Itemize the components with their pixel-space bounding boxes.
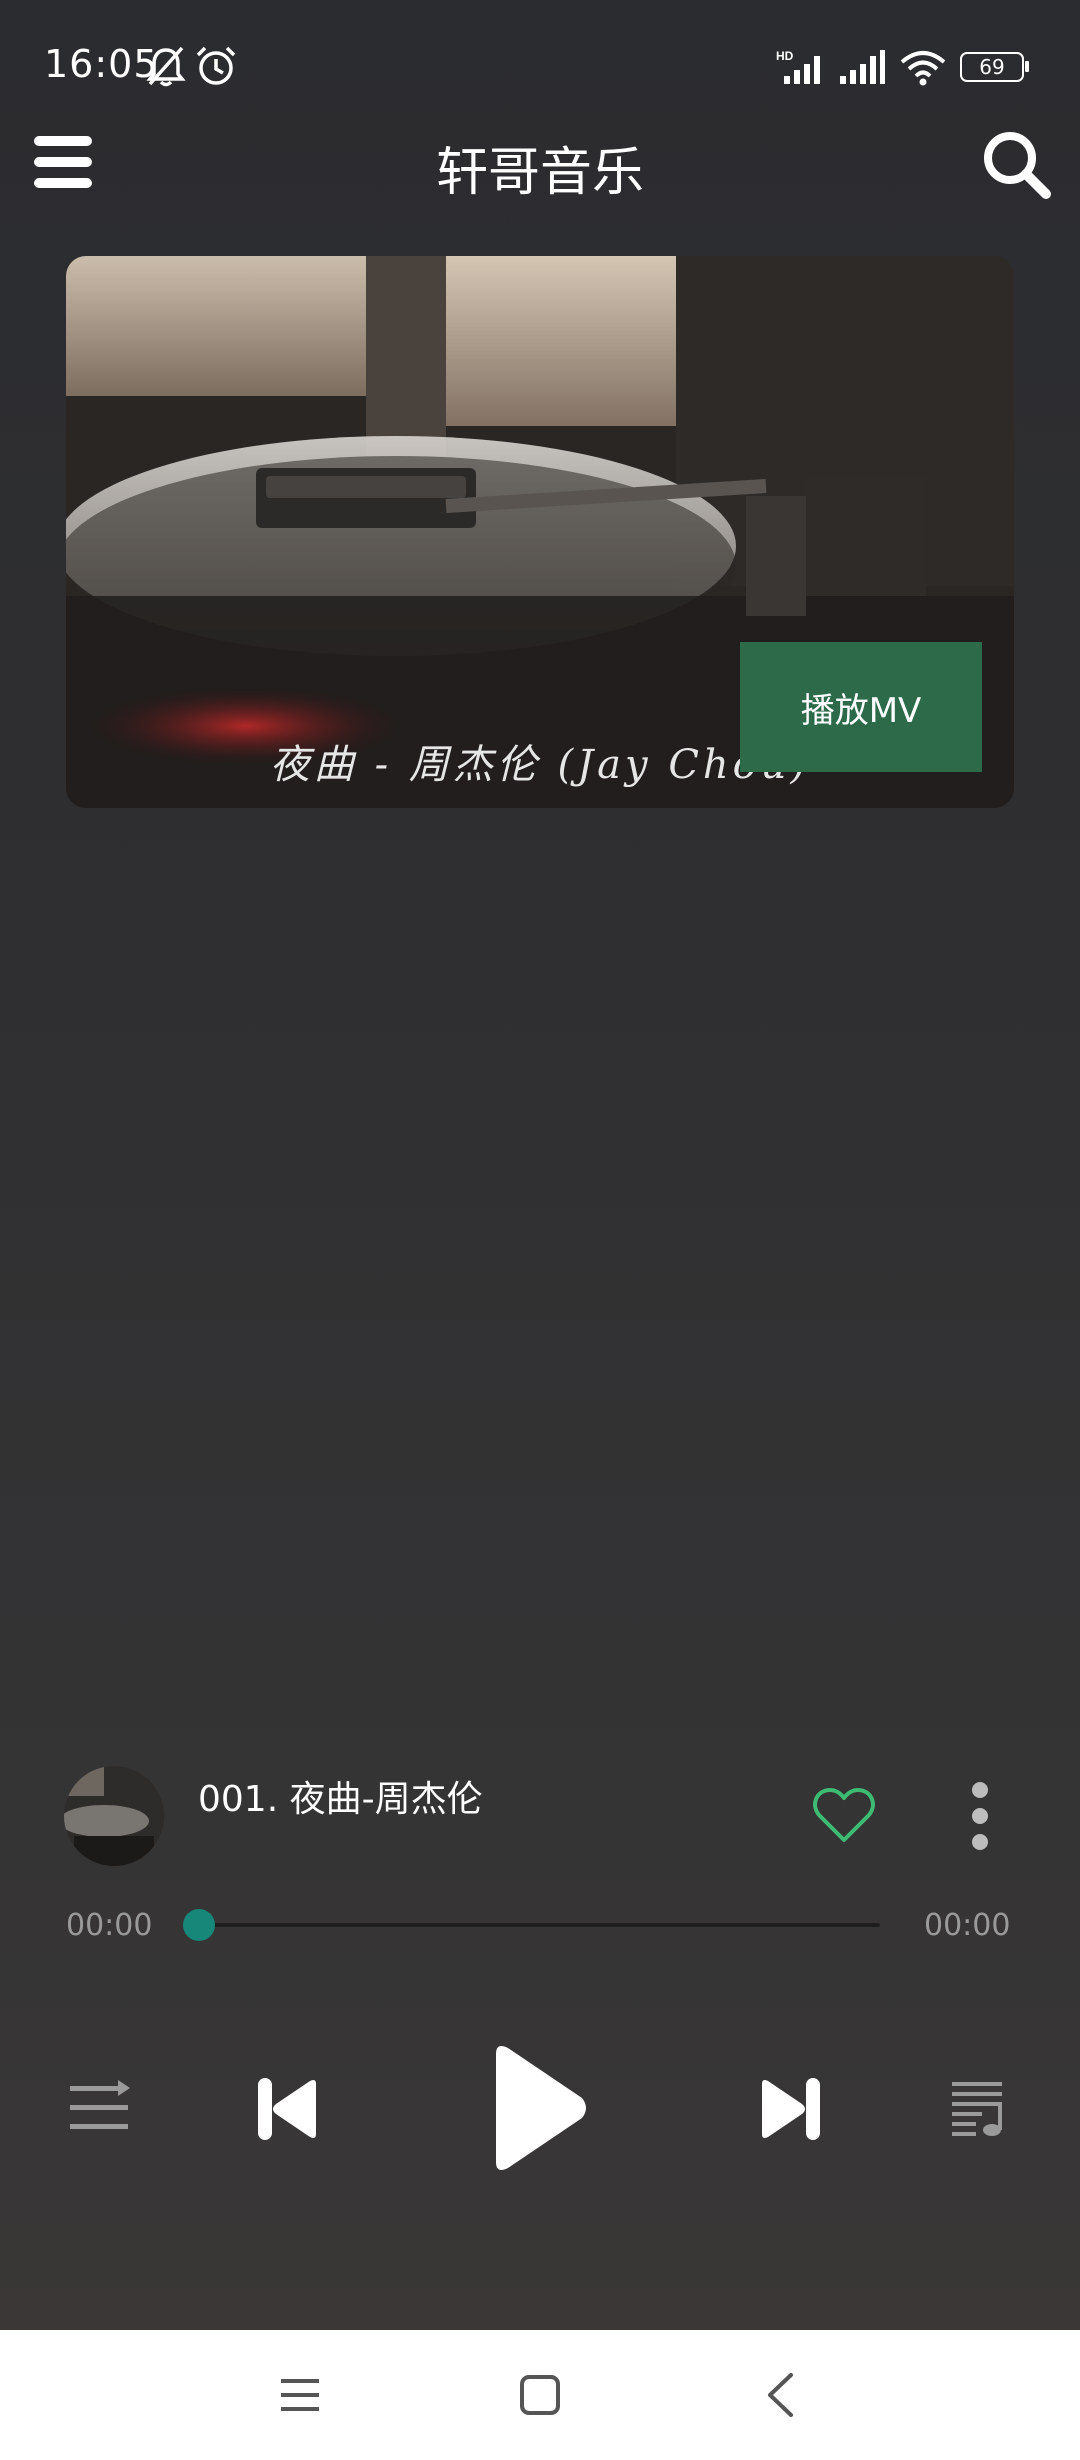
system-nav-bar [0, 2330, 1080, 2460]
wifi-icon [900, 51, 946, 86]
hd-signal-icon: HD [776, 49, 820, 84]
heart-outline-icon [813, 1788, 875, 1842]
play-mv-button[interactable]: 播放MV [740, 642, 982, 772]
progress-track[interactable] [196, 1923, 880, 1927]
play-button[interactable] [490, 2040, 590, 2176]
battery-level: 69 [979, 55, 1005, 79]
back-icon [768, 2373, 793, 2417]
search-button[interactable] [980, 128, 1052, 200]
previous-button[interactable] [254, 2074, 320, 2144]
alarm-icon [196, 46, 236, 85]
playlist-button[interactable] [950, 2078, 1008, 2138]
favorite-button[interactable] [812, 1786, 876, 1846]
home-icon [520, 2375, 560, 2415]
more-options-button[interactable] [960, 1778, 1000, 1858]
playlist-icon [952, 2082, 1002, 2136]
back-button[interactable] [730, 2330, 830, 2460]
total-time: 00:00 [924, 1908, 1011, 1943]
home-button[interactable] [490, 2330, 590, 2460]
previous-icon [258, 2078, 316, 2140]
play-mode-icon [70, 2080, 130, 2129]
signal-icon [840, 50, 885, 84]
progress-thumb[interactable] [183, 1909, 215, 1941]
current-time: 00:00 [66, 1908, 153, 1943]
play-mode-button[interactable] [68, 2080, 132, 2136]
mv-banner[interactable]: 夜曲 - 周杰伦 (Jay Chou) 播放MV [66, 256, 1014, 808]
status-time: 16:05 [44, 42, 159, 86]
next-button[interactable] [758, 2074, 824, 2144]
album-cover[interactable] [64, 1766, 164, 1866]
recents-button[interactable] [250, 2330, 350, 2460]
bell-muted-icon [146, 46, 186, 87]
song-title: 001. 夜曲-周杰伦 [198, 1779, 483, 1820]
svg-text:HD: HD [776, 49, 794, 63]
search-icon [984, 132, 1051, 199]
play-icon [496, 2046, 586, 2170]
recents-icon [281, 2379, 319, 2411]
next-icon [762, 2078, 820, 2140]
more-vertical-icon [972, 1782, 988, 1850]
battery-icon: 69 [960, 52, 1029, 82]
app-title: 轩哥音乐 [435, 143, 644, 203]
album-cover-image [64, 1766, 164, 1866]
